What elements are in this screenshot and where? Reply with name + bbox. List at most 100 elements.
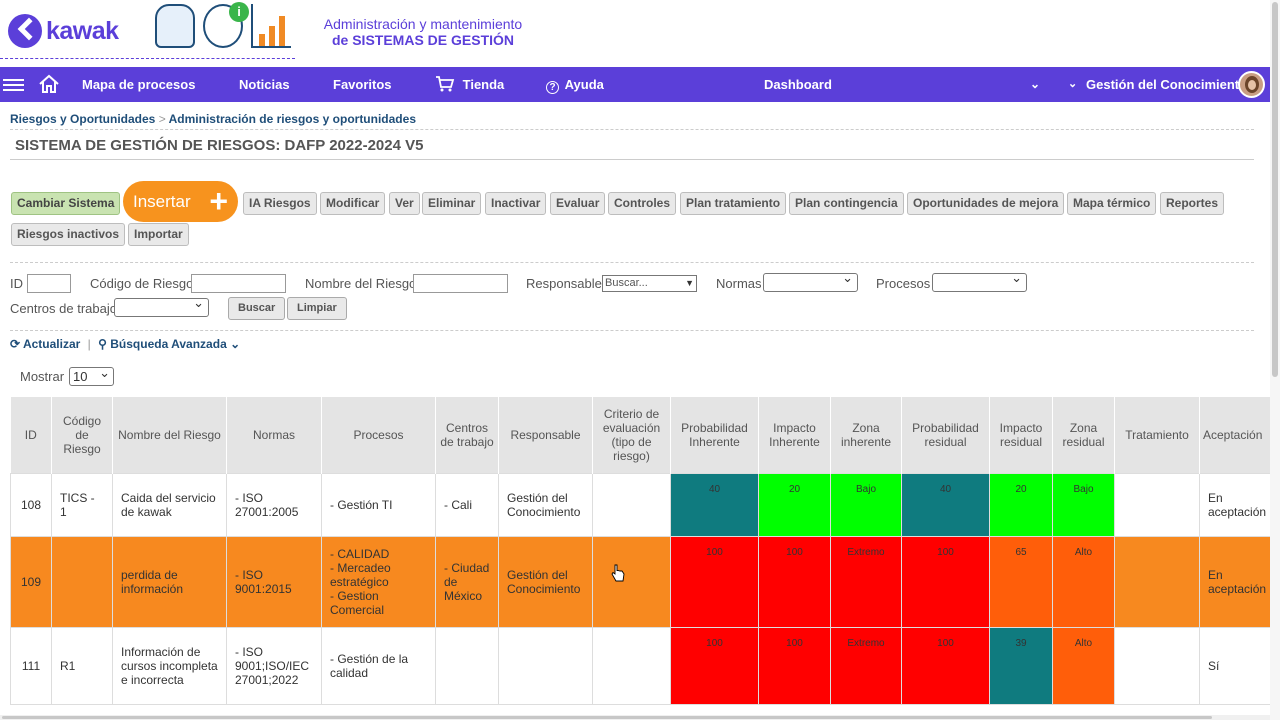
column-header[interactable]: Tratamiento: [1114, 397, 1200, 473]
column-header[interactable]: Aceptación: [1199, 397, 1280, 473]
divider: [10, 262, 1254, 263]
cell-centers: [435, 626, 499, 705]
kawak-logo[interactable]: kawak: [8, 14, 119, 48]
breadcrumb-current[interactable]: Administración de riesgos y oportunidade…: [169, 112, 416, 126]
cell-treatment: [1114, 626, 1200, 705]
column-header[interactable]: Centros de trabajo: [435, 397, 499, 473]
inactivate-button[interactable]: Inactivar: [485, 192, 547, 215]
horizontal-scrollbar[interactable]: [0, 715, 1270, 720]
clear-button[interactable]: Limpiar: [287, 297, 347, 320]
cell-zone-residual: Alto: [1052, 626, 1115, 705]
avatar[interactable]: [1238, 71, 1265, 98]
menu-icon[interactable]: [3, 76, 24, 94]
vertical-scrollbar[interactable]: [1270, 0, 1280, 720]
refresh-label: Actualizar: [22, 337, 81, 351]
cell-impact-inherent: 100: [758, 535, 831, 628]
header-tagline: Administración y mantenimiento de SISTEM…: [307, 16, 539, 48]
cell-processes: - CALIDAD - Mercadeo estratégico - Gesti…: [321, 535, 436, 628]
nav-item-favorites[interactable]: Favoritos: [333, 67, 392, 102]
kawak-logo-text: kawak: [46, 16, 119, 45]
table-row[interactable]: 108 TICS - 1 Caida del servicio de kawak…: [10, 472, 1280, 537]
divider: [10, 129, 1254, 130]
column-header[interactable]: Impacto Inherente: [758, 397, 831, 473]
treatment-plan-button[interactable]: Plan tratamiento: [680, 192, 787, 215]
table-row[interactable]: 109 perdida de información - ISO 9001:20…: [10, 535, 1280, 628]
column-header[interactable]: Normas: [226, 397, 322, 473]
processes-filter-label: Procesos: [876, 276, 931, 291]
change-system-button[interactable]: Cambiar Sistema: [11, 192, 121, 215]
column-header[interactable]: Zona inherente: [830, 397, 902, 473]
controls-button[interactable]: Controles: [608, 192, 677, 215]
view-button[interactable]: Ver: [389, 192, 420, 215]
cell-name: Caida del servicio de kawak: [112, 472, 227, 537]
insert-button[interactable]: Insertar +: [123, 181, 238, 222]
nav-item-store[interactable]: Tienda: [435, 67, 504, 102]
scrollbar-thumb[interactable]: [2, 716, 1212, 719]
chevron-down-icon[interactable]: ⌄: [1068, 67, 1077, 102]
column-header[interactable]: Nombre del Riesgo: [112, 397, 227, 473]
cell-name: perdida de información: [112, 535, 227, 628]
column-header[interactable]: Código de Riesgo: [51, 397, 113, 473]
nav-dashboard[interactable]: Dashboard: [764, 67, 832, 102]
cell-code: TICS - 1: [51, 472, 113, 537]
cell-prob-inherent: 100: [670, 626, 759, 705]
app-header: kawak i Administración y mantenimiento d…: [0, 0, 1270, 67]
improvement-opportunities-button[interactable]: Oportunidades de mejora: [907, 192, 1065, 215]
modify-button[interactable]: Modificar: [320, 192, 386, 215]
home-icon[interactable]: [38, 67, 60, 102]
insert-button-label: Insertar: [133, 192, 191, 211]
breadcrumb-parent[interactable]: Riesgos y Oportunidades: [10, 112, 155, 126]
column-header[interactable]: Criterio de evaluación (tipo de riesgo): [592, 397, 671, 473]
processes-filter-select[interactable]: [932, 270, 1027, 292]
column-header[interactable]: Impacto residual: [989, 397, 1053, 473]
cell-id: 108: [10, 472, 52, 537]
norms-filter-label: Normas: [716, 276, 762, 291]
name-filter-label: Nombre del Riesgo: [305, 276, 417, 291]
responsible-filter-select[interactable]: Buscar... ▼: [602, 275, 697, 292]
cell-criteria: [592, 626, 671, 705]
work-centers-filter-select[interactable]: [114, 295, 209, 317]
code-filter-label: Código de Riesgo: [90, 276, 194, 291]
cell-zone-residual: Bajo: [1052, 472, 1115, 537]
nav-item-process-map[interactable]: Mapa de procesos: [82, 67, 195, 102]
inactive-risks-button[interactable]: Riesgos inactivos: [11, 223, 126, 246]
norms-filter-select[interactable]: [763, 270, 858, 292]
cell-prob-inherent: 40: [670, 472, 759, 537]
cell-zone-inherent: Bajo: [830, 472, 902, 537]
delete-button[interactable]: Eliminar: [422, 192, 482, 215]
column-header[interactable]: ID: [10, 397, 52, 473]
evaluate-button[interactable]: Evaluar: [550, 192, 606, 215]
table-row[interactable]: 111 R1 Información de cursos incompleta …: [10, 626, 1280, 705]
column-header[interactable]: Probabilidad residual: [901, 397, 990, 473]
ai-risks-button[interactable]: IA Riesgos: [243, 192, 317, 215]
column-header[interactable]: Probabilidad Inherente: [670, 397, 759, 473]
column-header[interactable]: Responsable: [498, 397, 593, 473]
nav-user-area[interactable]: Gestión del Conocimiento: [1086, 67, 1247, 102]
breadcrumb: Riesgos y Oportunidades > Administración…: [10, 112, 416, 126]
nav-item-news[interactable]: Noticias: [239, 67, 290, 102]
responsible-filter-label: Responsable: [526, 276, 602, 291]
import-button[interactable]: Importar: [128, 223, 189, 246]
search-button[interactable]: Buscar: [228, 297, 286, 320]
cell-responsible: Gestión del Conocimiento: [498, 535, 593, 628]
advanced-search-link[interactable]: ⚲ Búsqueda Avanzada ⌄: [98, 337, 240, 351]
scrollbar-thumb[interactable]: [1272, 2, 1278, 377]
id-filter-label: ID: [10, 276, 23, 291]
page-size-select[interactable]: 10: [69, 364, 114, 386]
id-filter-input[interactable]: [27, 274, 71, 293]
cell-responsible: [498, 626, 593, 705]
nav-item-help[interactable]: ? Ayuda: [546, 67, 604, 102]
breadcrumb-separator: >: [158, 112, 166, 126]
reports-button[interactable]: Reportes: [1160, 192, 1225, 215]
column-header[interactable]: Procesos: [321, 397, 436, 473]
code-filter-input[interactable]: [191, 274, 286, 293]
name-filter-input[interactable]: [413, 274, 508, 293]
tagline-line-1: Administración y mantenimiento: [323, 16, 523, 32]
heat-map-button[interactable]: Mapa térmico: [1067, 192, 1157, 215]
refresh-link[interactable]: ⟳ Actualizar: [10, 337, 80, 351]
column-header[interactable]: Zona residual: [1052, 397, 1115, 473]
contingency-plan-button[interactable]: Plan contingencia: [789, 192, 904, 215]
cell-impact-inherent: 20: [758, 472, 831, 537]
cell-norms: - ISO 27001:2005: [226, 472, 322, 537]
chevron-down-icon[interactable]: ⌄: [1030, 67, 1040, 102]
